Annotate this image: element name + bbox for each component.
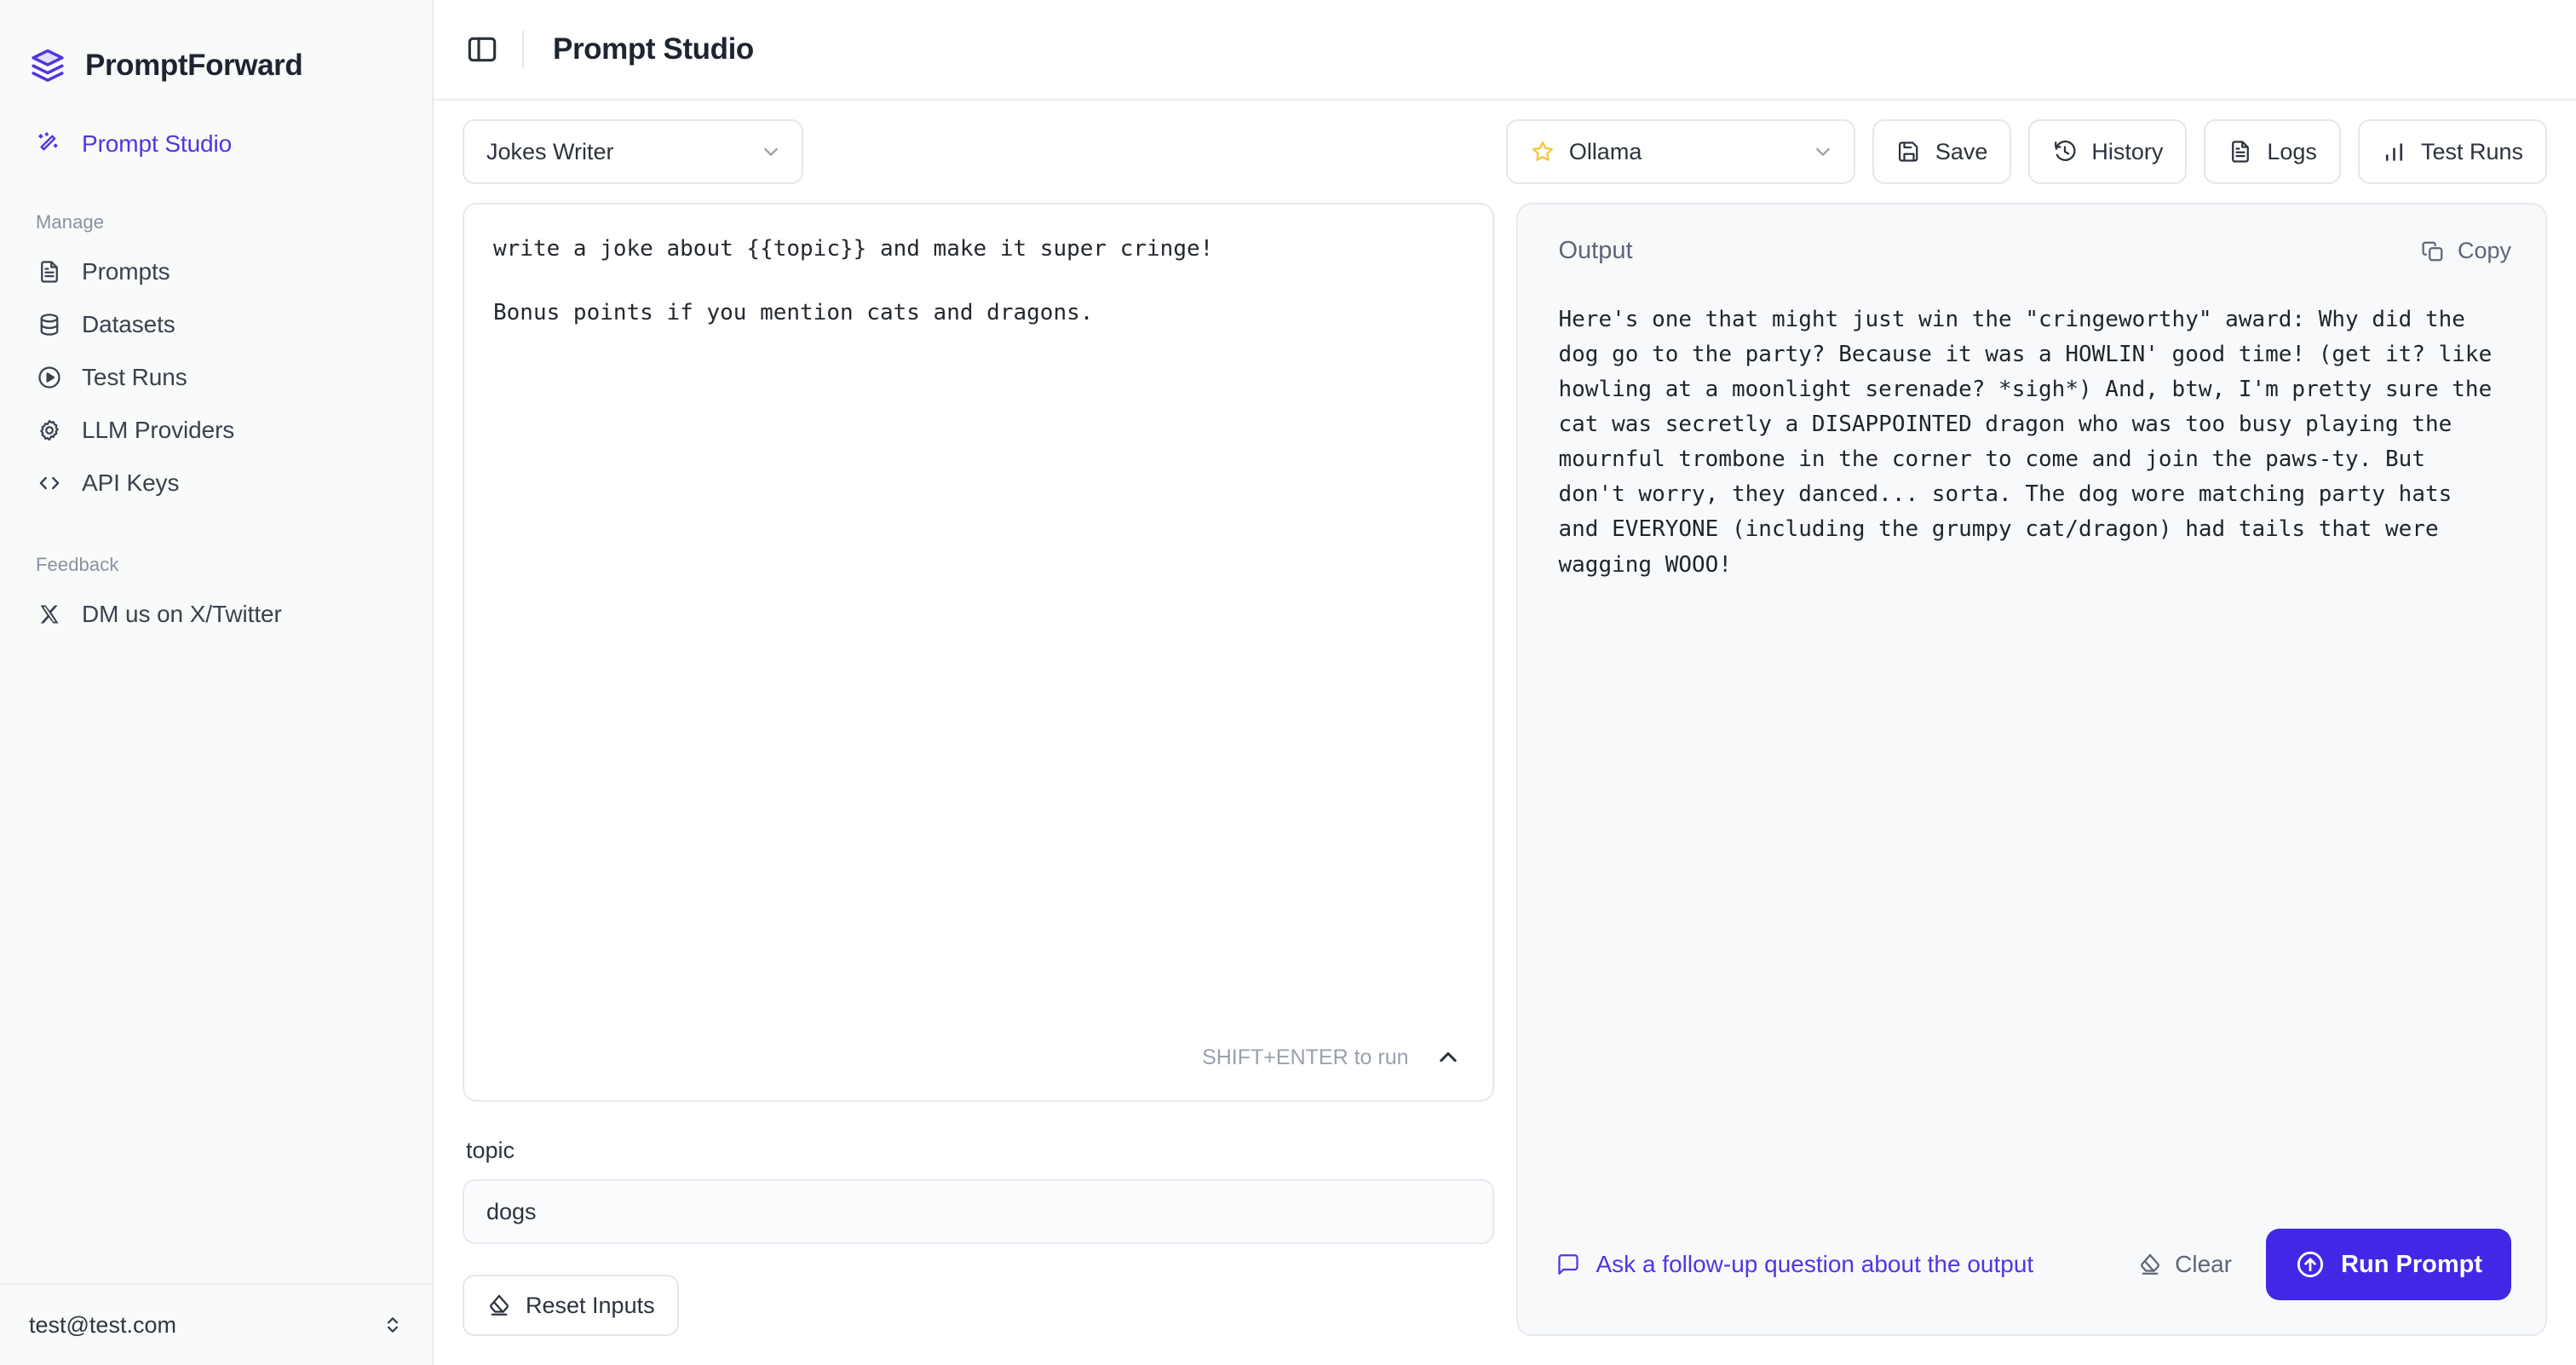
sidebar-primary-nav: Prompt Studio	[0, 101, 432, 170]
topbar-divider	[522, 31, 524, 68]
copy-button[interactable]: Copy	[2420, 238, 2511, 264]
sidebar-item-label: Test Runs	[82, 364, 187, 390]
copy-icon	[2420, 239, 2446, 264]
main-area: Prompt Studio Jokes Writer Ollama Save H…	[434, 0, 2576, 1365]
page-title: Prompt Studio	[553, 32, 754, 66]
sidebar-section-feedback: Feedback DM us on X/Twitter	[0, 510, 432, 641]
brand: PromptForward	[0, 0, 432, 101]
test-runs-button[interactable]: Test Runs	[2357, 119, 2547, 184]
run-prompt-button[interactable]: Run Prompt	[2266, 1229, 2511, 1300]
sidebar-item-dm-us[interactable]: DM us on X/Twitter	[22, 588, 410, 641]
chevron-down-icon	[759, 140, 783, 164]
prompt-select[interactable]: Jokes Writer	[463, 119, 803, 184]
sidebar-item-llm-providers[interactable]: LLM Providers	[22, 404, 410, 457]
sidebar-item-label: LLM Providers	[82, 417, 235, 443]
content-area: write a joke about {{topic}} and make it…	[434, 203, 2576, 1365]
save-disk-icon	[1896, 139, 1922, 164]
sidebar-item-label: DM us on X/Twitter	[82, 601, 282, 627]
sidebar-item-label: Prompt Studio	[82, 130, 233, 157]
logs-button-label: Logs	[2267, 138, 2317, 164]
document-icon	[2228, 139, 2253, 164]
clear-button-label: Clear	[2175, 1251, 2233, 1277]
copy-button-label: Copy	[2457, 238, 2511, 263]
gear-icon	[36, 417, 63, 444]
app-root: PromptForward Prompt Studio Manage Promp…	[0, 0, 2576, 1365]
history-button[interactable]: History	[2028, 119, 2188, 184]
prompt-editor-card: write a joke about {{topic}} and make it…	[463, 203, 1494, 1102]
account-switcher[interactable]: test@test.com	[0, 1283, 432, 1365]
output-title: Output	[1558, 237, 1633, 264]
chevron-up-icon[interactable]	[1431, 1040, 1465, 1074]
save-button[interactable]: Save	[1872, 119, 2012, 184]
eraser-icon	[2137, 1252, 2163, 1277]
code-brackets-icon	[36, 469, 63, 497]
x-twitter-icon	[36, 601, 63, 628]
clear-button[interactable]: Clear	[2127, 1242, 2242, 1287]
message-icon	[1555, 1252, 1581, 1277]
output-header: Output Copy	[1518, 204, 2546, 265]
reset-row: Reset Inputs	[463, 1244, 1494, 1336]
sidebar-item-label: Datasets	[82, 311, 175, 337]
model-select-value: Ollama	[1568, 138, 1642, 164]
followup-label: Ask a follow-up question about the outpu…	[1596, 1251, 2034, 1277]
variable-label-topic: topic	[466, 1138, 515, 1163]
prompt-editor-textarea[interactable]: write a joke about {{topic}} and make it…	[464, 204, 1492, 1027]
test-runs-button-label: Test Runs	[2420, 138, 2523, 164]
output-actions: Clear Run Prompt	[2127, 1229, 2511, 1300]
brand-name: PromptForward	[85, 49, 303, 82]
document-icon	[36, 258, 63, 285]
eraser-icon	[486, 1293, 512, 1318]
sidebar-item-prompts[interactable]: Prompts	[22, 245, 410, 298]
sidebar-item-label: API Keys	[82, 469, 180, 496]
panel-left-icon[interactable]	[463, 30, 502, 69]
star-icon	[1530, 139, 1555, 164]
model-select[interactable]: Ollama	[1505, 119, 1855, 184]
sidebar: PromptForward Prompt Studio Manage Promp…	[0, 0, 434, 1365]
editor-footer: SHIFT+ENTER to run	[464, 1027, 1492, 1100]
prompt-editor-column: write a joke about {{topic}} and make it…	[463, 203, 1494, 1365]
top-bar: Prompt Studio	[434, 0, 2576, 101]
run-prompt-label: Run Prompt	[2341, 1250, 2482, 1278]
arrow-up-circle-icon	[2295, 1249, 2326, 1280]
run-hint: SHIFT+ENTER to run	[1202, 1045, 1409, 1069]
section-label-feedback: Feedback	[36, 554, 119, 575]
variable-input-topic[interactable]: dogs	[463, 1179, 1494, 1244]
sidebar-item-datasets[interactable]: Datasets	[22, 298, 410, 351]
output-footer: Ask a follow-up question about the outpu…	[1518, 1229, 2546, 1334]
save-button-label: Save	[1935, 138, 1988, 164]
followup-button[interactable]: Ask a follow-up question about the outpu…	[1555, 1251, 2034, 1278]
play-circle-icon	[36, 364, 63, 391]
database-icon	[36, 311, 63, 338]
layers-icon	[29, 47, 66, 84]
reset-inputs-label: Reset Inputs	[526, 1292, 655, 1318]
sidebar-item-api-keys[interactable]: API Keys	[22, 457, 410, 510]
reset-inputs-button[interactable]: Reset Inputs	[463, 1275, 679, 1336]
history-button-label: History	[2091, 138, 2164, 164]
chevron-down-icon	[1811, 140, 1835, 164]
account-email: test@test.com	[29, 1311, 176, 1338]
sidebar-item-test-runs[interactable]: Test Runs	[22, 351, 410, 404]
section-label-manage: Manage	[36, 211, 105, 233]
output-text: Here's one that might just win the "crin…	[1558, 307, 2505, 578]
sidebar-item-label: Prompts	[82, 258, 170, 285]
output-panel: Output Copy Here's one that might just w…	[1515, 203, 2547, 1336]
sidebar-item-prompt-studio[interactable]: Prompt Studio	[22, 118, 410, 170]
magic-wand-icon	[36, 130, 63, 158]
chevron-up-down-icon	[381, 1313, 405, 1337]
clock-rewind-icon	[2052, 139, 2078, 164]
sidebar-section-manage: Manage Prompts Datasets Test Runs LLM Pr…	[0, 170, 432, 510]
toolbar: Jokes Writer Ollama Save History Logs Te…	[434, 101, 2576, 203]
logs-button[interactable]: Logs	[2204, 119, 2341, 184]
output-column: Output Copy Here's one that might just w…	[1515, 203, 2547, 1365]
bar-chart-icon	[2382, 139, 2407, 164]
prompt-select-value: Jokes Writer	[486, 138, 614, 164]
